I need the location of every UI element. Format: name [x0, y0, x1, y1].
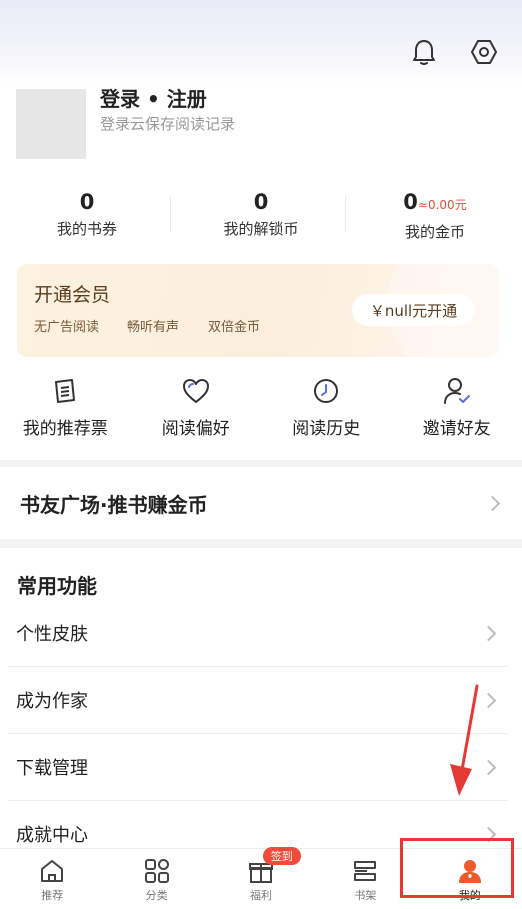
quick-action-reading-preference[interactable]: 阅读偏好 — [131, 376, 262, 439]
function-item-label: 下载管理 — [16, 754, 88, 780]
notification-button[interactable] — [408, 36, 440, 68]
stat-label: 我的金币 — [348, 221, 522, 242]
vip-feature: 无广告阅读 — [34, 316, 99, 335]
clock-icon — [311, 376, 341, 406]
tab-label: 推荐 — [41, 887, 63, 903]
stat-label: 我的书券 — [0, 218, 174, 239]
settings-button[interactable] — [468, 36, 500, 68]
quick-action-invite-friends[interactable]: 邀请好友 — [392, 376, 522, 439]
annotation-highlight-box — [400, 838, 514, 898]
quick-action-reading-history[interactable]: 阅读历史 — [261, 376, 392, 439]
checkin-badge: 签到 — [263, 847, 301, 865]
vip-open-button[interactable]: ￥null元开通 — [352, 294, 475, 326]
bell-icon — [411, 38, 437, 66]
quick-action-label: 阅读偏好 — [162, 414, 230, 439]
stats-bar: 0 我的书券 0 我的解锁币 0≈0.00元 我的金币 — [0, 188, 522, 248]
vip-title: 开通会员 — [34, 280, 110, 307]
tab-label: 福利 — [250, 887, 272, 903]
settings-icon — [470, 38, 498, 66]
stat-value: 0 — [254, 190, 269, 214]
stat-value: 0 — [403, 190, 418, 214]
function-item-become-author[interactable]: 成为作家 — [8, 667, 508, 734]
ticket-icon — [50, 376, 80, 406]
chevron-right-icon — [481, 693, 497, 709]
stat-unlock-coins[interactable]: 0 我的解锁币 — [174, 188, 348, 248]
chevron-right-icon — [481, 626, 497, 642]
chevron-right-icon — [485, 496, 501, 512]
function-item-skin[interactable]: 个性皮肤 — [8, 600, 508, 667]
stat-label: 我的解锁币 — [174, 218, 348, 239]
function-item-label: 成为作家 — [16, 687, 88, 713]
stat-coupons[interactable]: 0 我的书券 — [0, 188, 174, 248]
tab-label: 分类 — [146, 887, 168, 903]
tab-recommend[interactable]: 推荐 — [0, 849, 104, 909]
tab-category[interactable]: 分类 — [104, 849, 208, 909]
quick-actions: 我的推荐票 阅读偏好 阅读历史 邀请好友 — [0, 376, 522, 439]
function-item-label: 个性皮肤 — [16, 620, 88, 646]
grid-icon — [143, 857, 171, 885]
function-item-download-manager[interactable]: 下载管理 — [8, 734, 508, 801]
tab-welfare[interactable]: 签到 福利 — [209, 849, 313, 909]
avatar[interactable] — [16, 89, 86, 159]
stat-gold-coins[interactable]: 0≈0.00元 我的金币 — [348, 188, 522, 248]
bookshelf-icon — [351, 857, 379, 885]
invite-user-icon — [442, 376, 472, 406]
quick-action-label: 我的推荐票 — [23, 414, 108, 439]
quick-action-label: 邀请好友 — [423, 414, 491, 439]
function-item-label: 成就中心 — [16, 821, 88, 847]
quick-action-label: 阅读历史 — [292, 414, 360, 439]
section-title: 常用功能 — [17, 570, 97, 599]
common-functions-section: 常用功能 个性皮肤 成为作家 下载管理 成就中心 — [0, 548, 522, 848]
quick-action-recommend-ticket[interactable]: 我的推荐票 — [0, 376, 131, 439]
vip-feature: 畅听有声 — [127, 316, 179, 335]
stat-value: 0 — [80, 190, 95, 214]
book-friend-plaza-banner[interactable]: 书友广场·推书赚金币 — [0, 467, 522, 539]
login-subtitle: 登录云保存阅读记录 — [100, 113, 235, 134]
divider — [170, 196, 171, 232]
stat-gold-value-yuan: ≈0.00元 — [418, 198, 467, 212]
login-register-link[interactable]: 登录 • 注册 — [100, 83, 207, 112]
banner-title: 书友广场·推书赚金币 — [20, 489, 208, 518]
heart-icon — [181, 376, 211, 406]
chevron-right-icon — [481, 760, 497, 776]
vip-card[interactable]: 开通会员 无广告阅读 畅听有声 双倍金币 ￥null元开通 — [17, 264, 499, 357]
vip-feature: 双倍金币 — [208, 316, 260, 335]
divider — [345, 196, 346, 232]
home-icon — [38, 857, 66, 885]
tab-label: 书架 — [354, 887, 376, 903]
